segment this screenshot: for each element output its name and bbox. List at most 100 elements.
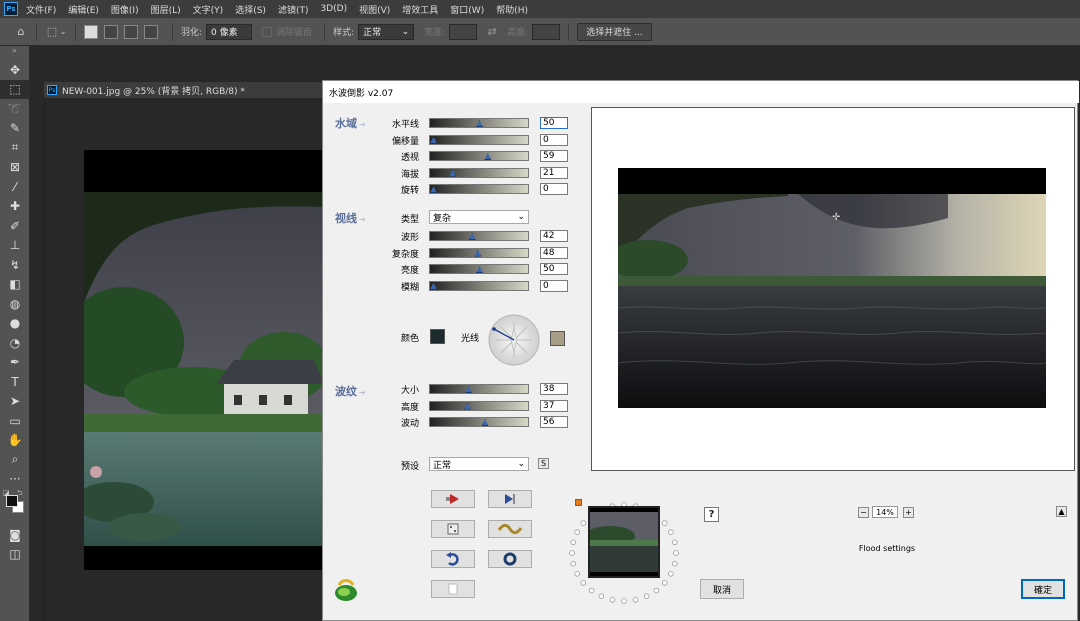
view-param-value-input[interactable]: 0 [540, 279, 568, 292]
copy-button[interactable] [431, 580, 475, 598]
document-tab[interactable]: Ps NEW-001.jpg @ 25% (背景 拷贝, RGB/8) * [44, 82, 324, 98]
zoom-tool-icon[interactable]: ⌕ [0, 450, 30, 470]
wave-button[interactable] [488, 520, 532, 538]
blur-tool-icon[interactable]: ● [0, 314, 30, 334]
water-param-slider[interactable] [429, 184, 529, 194]
height-input[interactable] [532, 23, 561, 40]
navigator-dot[interactable] [653, 587, 660, 594]
view-param-value-input[interactable]: 50 [540, 263, 568, 275]
hand-tool-icon[interactable]: ✋ [0, 431, 30, 451]
undo-button[interactable] [431, 550, 475, 568]
navigator-dot[interactable] [668, 571, 674, 577]
type-select[interactable]: 复杂 ⌄ [429, 210, 529, 224]
save-preset-button[interactable]: S [538, 458, 549, 469]
history-brush-tool-icon[interactable]: ↯ [0, 255, 30, 275]
marquee-tool-icon[interactable]: ⬚ [0, 79, 30, 99]
menu-plugins[interactable]: 增效工具 [402, 3, 438, 16]
navigator-dot[interactable] [673, 550, 679, 556]
slider-thumb-icon[interactable] [481, 419, 489, 426]
ripple-param-slider[interactable] [429, 384, 529, 394]
menu-type[interactable]: 文字(Y) [193, 3, 224, 16]
navigator-dot[interactable] [609, 597, 616, 603]
water-param-slider[interactable] [429, 151, 529, 161]
navigator-dot[interactable] [574, 529, 580, 536]
menu-select[interactable]: 选择(S) [235, 3, 266, 16]
navigator-dot[interactable] [570, 560, 577, 567]
screen-mode-icon[interactable]: ◫ [0, 545, 30, 565]
menu-window[interactable]: 窗口(W) [450, 3, 484, 16]
menu-help[interactable]: 帮助(H) [496, 3, 528, 16]
type-tool-icon[interactable]: T [0, 372, 30, 392]
style-select[interactable]: 正常 ⌄ [358, 23, 415, 40]
slider-thumb-icon[interactable] [476, 266, 483, 273]
select-and-mask-button[interactable]: 选择并遮住 ... [577, 22, 652, 41]
dodge-tool-icon[interactable]: ◔ [0, 333, 30, 353]
menu-edit[interactable]: 编辑(E) [68, 3, 99, 16]
brush-tool-icon[interactable]: ✐ [0, 216, 30, 236]
step-forward-button[interactable] [488, 490, 532, 508]
navigator-dot[interactable] [661, 520, 668, 526]
slider-thumb-icon[interactable] [476, 120, 483, 127]
slider-thumb-icon[interactable] [449, 169, 457, 177]
slider-thumb-icon[interactable] [484, 153, 492, 160]
document-canvas[interactable] [84, 150, 324, 570]
view-param-value-input[interactable]: 42 [540, 230, 568, 242]
navigator-dot[interactable] [621, 598, 627, 604]
navigator-thumbnail[interactable] [588, 506, 660, 578]
random-button[interactable] [431, 520, 475, 538]
light-direction-dial[interactable] [488, 314, 540, 366]
navigator-dot[interactable] [632, 597, 639, 603]
navigator-dot[interactable] [671, 539, 678, 546]
ripple-param-value-input[interactable]: 37 [540, 399, 568, 412]
marquee-preset-icon[interactable]: ⬚ [45, 25, 59, 39]
view-param-slider[interactable] [429, 264, 529, 274]
navigator-dot[interactable] [569, 550, 575, 556]
navigator-dot[interactable] [661, 580, 668, 586]
color-swatches[interactable]: ◪ ⮌ [0, 489, 30, 525]
zoom-level[interactable]: 14% [872, 506, 898, 518]
more-tools-icon[interactable]: ··· [0, 470, 30, 490]
navigator-dot[interactable] [598, 593, 605, 599]
ok-button[interactable]: 確定 [1021, 579, 1065, 599]
light-color-swatch[interactable] [550, 331, 565, 346]
view-param-slider[interactable] [429, 247, 529, 258]
gradient-tool-icon[interactable]: ◍ [0, 294, 30, 314]
quick-select-tool-icon[interactable]: ✎ [0, 119, 30, 139]
add-selection-button[interactable] [104, 24, 118, 39]
new-selection-button[interactable] [84, 24, 98, 39]
stamp-tool-icon[interactable]: ⊥ [0, 236, 30, 256]
collapse-button[interactable]: ▲ [1056, 506, 1067, 517]
ripple-param-slider[interactable] [429, 417, 529, 427]
view-param-slider[interactable] [429, 231, 529, 241]
zoom-in-button[interactable]: + [903, 507, 914, 518]
water-param-value-input[interactable]: 0 [540, 133, 568, 146]
water-param-value-input[interactable]: 21 [540, 166, 568, 179]
feather-input[interactable]: 0 像素 [206, 23, 253, 40]
navigator-dot[interactable] [580, 580, 587, 586]
preview-panel[interactable]: ✛ [591, 107, 1075, 471]
move-tool-icon[interactable]: ✥ [0, 60, 30, 80]
slider-thumb-icon[interactable] [474, 249, 482, 257]
menu-view[interactable]: 视图(V) [359, 3, 390, 16]
path-select-tool-icon[interactable]: ➤ [0, 392, 30, 412]
slider-thumb-icon[interactable] [430, 186, 437, 193]
slider-thumb-icon[interactable] [464, 386, 472, 393]
eraser-tool-icon[interactable]: ◧ [0, 275, 30, 295]
water-param-slider[interactable] [429, 118, 529, 128]
menu-layer[interactable]: 图层(L) [151, 3, 181, 16]
collapse-icon[interactable]: » [0, 46, 29, 60]
slider-thumb-icon[interactable] [464, 402, 472, 410]
view-param-slider[interactable] [429, 280, 529, 291]
rectangle-tool-icon[interactable]: ▭ [0, 411, 30, 431]
navigator-dot[interactable] [643, 593, 650, 599]
subtract-selection-button[interactable] [124, 24, 138, 39]
chevron-down-icon[interactable]: ⌄ [59, 25, 67, 39]
frame-tool-icon[interactable]: ⊠ [0, 158, 30, 178]
quick-mask-icon[interactable]: ◙ [0, 525, 30, 545]
navigator-dot[interactable] [588, 587, 595, 594]
eyedropper-tool-icon[interactable]: ⁄ [0, 177, 30, 197]
navigator-dot[interactable] [668, 529, 674, 536]
water-param-value-input[interactable]: 0 [540, 183, 568, 195]
view-param-value-input[interactable]: 48 [540, 246, 568, 259]
home-icon[interactable]: ⌂ [14, 25, 28, 39]
